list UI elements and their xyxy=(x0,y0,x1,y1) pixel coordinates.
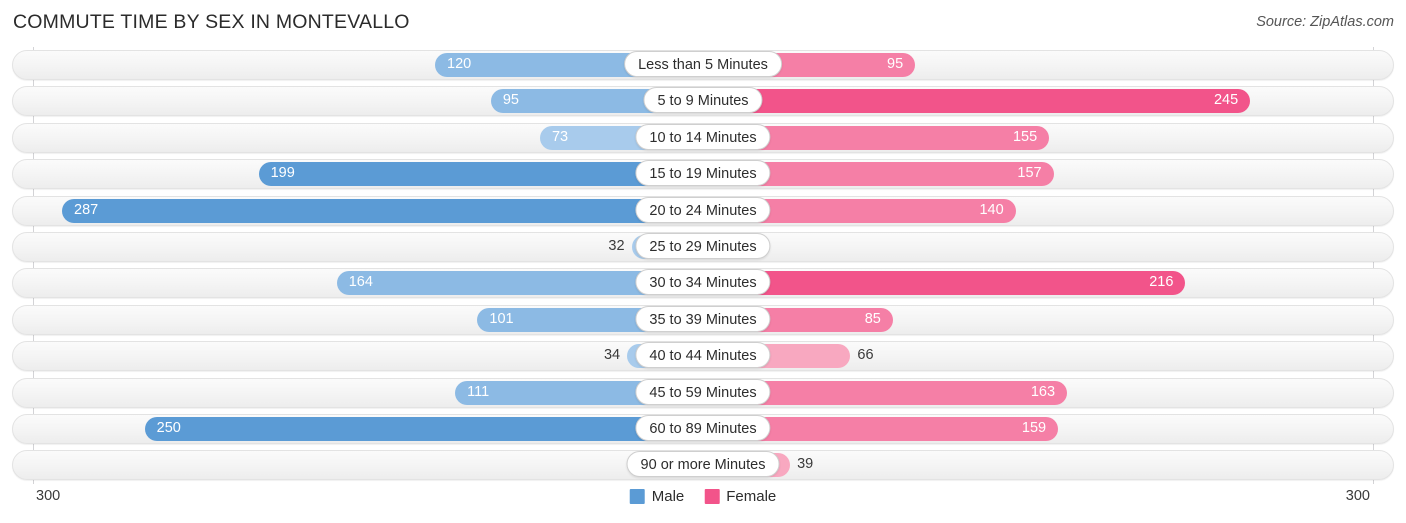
value-label-male: 120 xyxy=(447,56,472,72)
bar-row: 250 159 60 to 89 Minutes xyxy=(0,411,1406,447)
chart-legend: Male Female xyxy=(629,488,776,505)
bar-row: 95 245 5 to 9 Minutes xyxy=(0,83,1406,119)
value-label-male: 32 xyxy=(608,237,625,254)
category-label: 90 or more Minutes xyxy=(626,451,780,478)
value-label-female: 85 xyxy=(864,310,881,327)
value-label-male: 287 xyxy=(74,201,99,218)
bar-row: 164 216 30 to 34 Minutes xyxy=(0,265,1406,301)
value-label-male: 95 xyxy=(502,92,519,109)
bar-rows: 120 95 Less than 5 Minutes 95 245 5 to 9 Minu… xyxy=(0,47,1406,484)
bar-row: 34 66 40 to 44 Minutes xyxy=(0,338,1406,374)
category-label: 15 to 19 Minutes xyxy=(635,160,771,187)
bar-row: 287 140 20 to 24 Minutes xyxy=(0,193,1406,229)
bar-row: 120 95 Less than 5 Minutes xyxy=(0,47,1406,83)
value-label-female: 95 xyxy=(887,56,904,72)
bar-male[interactable] xyxy=(144,416,703,441)
category-label: 25 to 29 Minutes xyxy=(635,232,771,259)
bar-female[interactable] xyxy=(703,271,1186,296)
category-label: 45 to 59 Minutes xyxy=(635,378,771,405)
value-label-female: 157 xyxy=(1017,165,1042,182)
value-label-female: 140 xyxy=(979,201,1004,218)
value-label-male: 250 xyxy=(156,419,181,436)
bar-male[interactable] xyxy=(62,198,703,223)
bar-row: 321525 to 29 Minutes xyxy=(0,229,1406,265)
value-label-male: 101 xyxy=(489,310,514,327)
page-title: COMMUTE TIME BY SEX IN MONTEVALLO xyxy=(13,11,410,33)
bar-row: 111 163 45 to 59 Minutes xyxy=(0,375,1406,411)
bar-female[interactable] xyxy=(703,89,1251,114)
chart-root: COMMUTE TIME BY SEX IN MONTEVALLO Source… xyxy=(0,0,1406,523)
value-label-female: 245 xyxy=(1213,92,1239,109)
category-label: 30 to 34 Minutes xyxy=(635,269,771,296)
bar-row: 73 155 10 to 14 Minutes xyxy=(0,120,1406,156)
value-label-male: 73 xyxy=(551,128,569,145)
legend-swatch-icon xyxy=(629,489,645,504)
value-label-female: 216 xyxy=(1149,274,1174,291)
source-attribution: Source: ZipAtlas.com xyxy=(1256,14,1394,30)
bar-row: 199 157 15 to 19 Minutes xyxy=(0,156,1406,192)
legend-label: Male xyxy=(651,488,685,505)
value-label-male: 34 xyxy=(603,347,621,364)
value-label-female: 159 xyxy=(1021,419,1047,436)
bar-row: 101 85 35 to 39 Minutes xyxy=(0,302,1406,338)
plot-area: 120 95 Less than 5 Minutes 95 245 5 to 9 Minu… xyxy=(0,47,1406,484)
category-label: 40 to 44 Minutes xyxy=(635,342,771,369)
value-label-male: 111 xyxy=(467,383,490,400)
value-label-female: 66 xyxy=(857,347,874,364)
value-label-female: 155 xyxy=(1012,128,1038,145)
bar-row: 193990 or more Minutes xyxy=(0,447,1406,483)
value-label-male: 199 xyxy=(270,165,295,182)
category-label: 20 to 24 Minutes xyxy=(635,196,771,223)
chart-footer: 300 Male Female 300 xyxy=(0,484,1406,523)
category-label: 35 to 39 Minutes xyxy=(635,305,771,332)
value-label-female: 163 xyxy=(1030,383,1056,400)
category-label: 5 to 9 Minutes xyxy=(643,87,763,114)
legend-item-female[interactable]: Female xyxy=(704,488,776,505)
category-label: Less than 5 Minutes xyxy=(624,51,782,77)
chart-header: COMMUTE TIME BY SEX IN MONTEVALLO Source… xyxy=(0,0,1406,46)
category-label: 10 to 14 Minutes xyxy=(635,123,771,150)
value-label-female: 39 xyxy=(797,456,814,473)
axis-label-left: 300 xyxy=(36,488,61,504)
category-label: 60 to 89 Minutes xyxy=(635,414,771,441)
legend-label: Female xyxy=(726,488,777,505)
axis-label-right: 300 xyxy=(1345,488,1370,504)
legend-swatch-icon xyxy=(704,489,720,504)
legend-item-male[interactable]: Male xyxy=(629,488,685,505)
value-label-male: 164 xyxy=(348,274,373,291)
